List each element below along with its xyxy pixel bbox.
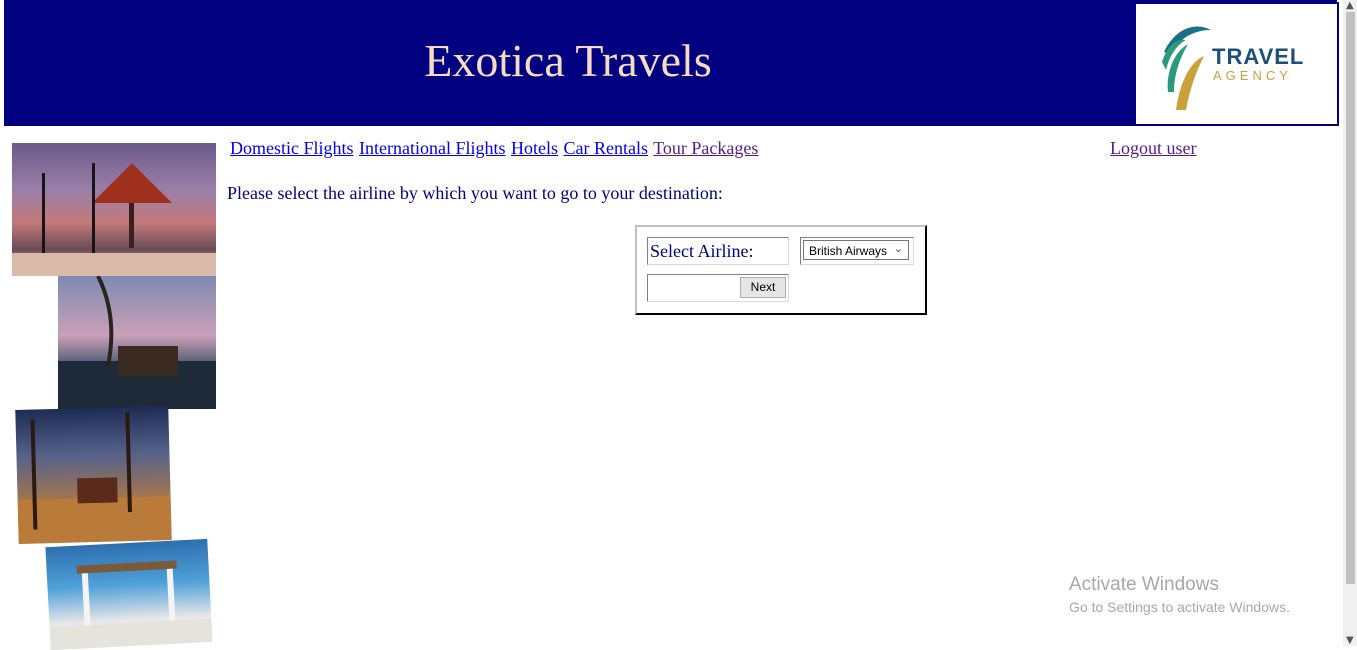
- logout-link[interactable]: Logout user: [1110, 138, 1196, 159]
- chevron-down-icon: ⌄: [893, 243, 903, 255]
- site-header: Exotica Travels TRAVEL AGENCY: [4, 0, 1339, 126]
- nav-domestic-flights[interactable]: Domestic Flights: [230, 138, 354, 158]
- palm-logo-icon: [1162, 26, 1211, 110]
- candlelit-beach-photo: [15, 406, 172, 544]
- airline-label-cell: Select Airline:: [647, 237, 789, 265]
- main-nav: Domestic Flights International Flights H…: [230, 138, 759, 159]
- scroll-up-arrow-icon[interactable]: ▲: [1346, 0, 1354, 11]
- nav-car-rentals[interactable]: Car Rentals: [564, 138, 648, 158]
- airline-selected-value: British Airways: [809, 244, 888, 258]
- airline-form: Select Airline: British Airways ⌄ Next: [635, 225, 927, 315]
- scroll-down-arrow-icon[interactable]: ▼: [1346, 635, 1354, 646]
- nav-hotels[interactable]: Hotels: [511, 138, 558, 158]
- next-button-cell: Next: [647, 274, 789, 302]
- airline-select[interactable]: British Airways ⌄: [803, 240, 909, 260]
- logo-text-travel: TRAVEL: [1212, 44, 1305, 69]
- travel-agency-logo: TRAVEL AGENCY: [1134, 2, 1339, 126]
- airline-label: Select Airline:: [650, 241, 754, 261]
- activate-windows-subtitle: Go to Settings to activate Windows.: [1069, 599, 1290, 615]
- logo-text-agency: AGENCY: [1213, 68, 1292, 83]
- beach-dinner-photo: [58, 276, 216, 409]
- airline-select-cell: British Airways ⌄: [800, 237, 914, 265]
- activate-windows-title: Activate Windows: [1069, 574, 1219, 595]
- scrollbar-thumb[interactable]: [1346, 12, 1355, 584]
- nav-tour-packages[interactable]: Tour Packages: [653, 138, 758, 158]
- beach-wedding-photo: [45, 538, 213, 650]
- next-button[interactable]: Next: [740, 277, 786, 298]
- airline-prompt: Please select the airline by which you w…: [227, 183, 723, 203]
- nav-international-flights[interactable]: International Flights: [359, 138, 505, 158]
- site-title: Exotica Travels: [424, 35, 712, 86]
- beach-hut-photo: [12, 143, 216, 276]
